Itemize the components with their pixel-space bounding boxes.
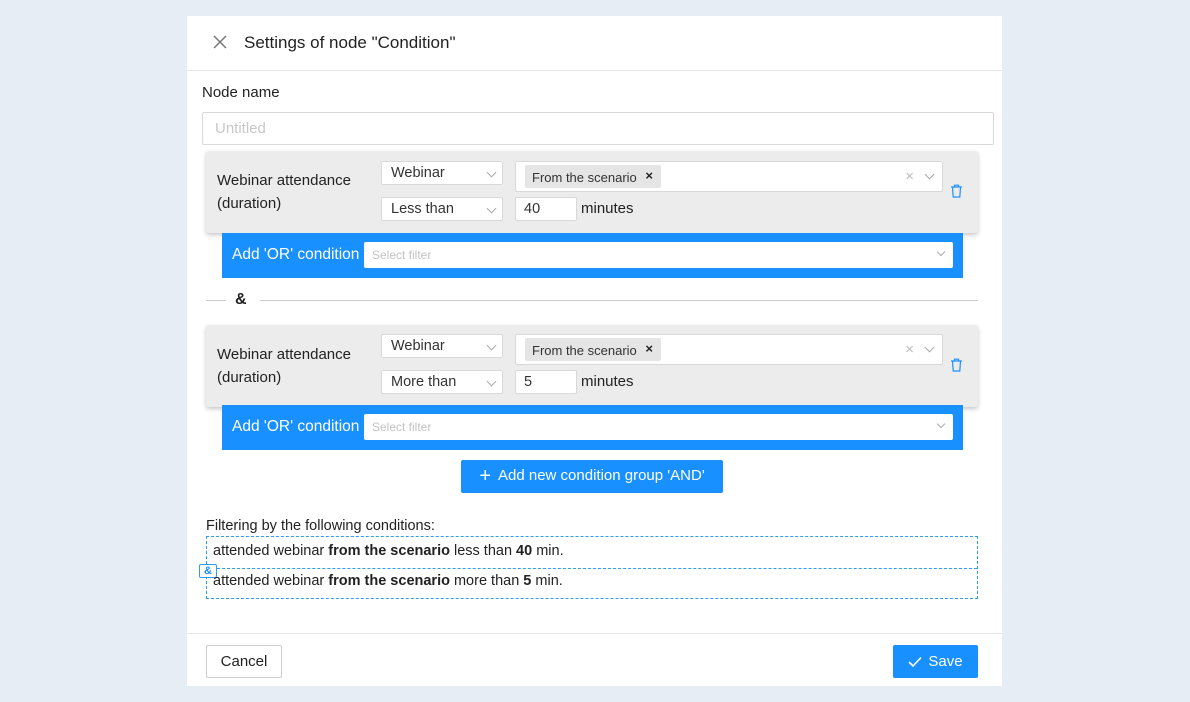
divider (207, 568, 977, 569)
chevron-down-icon (486, 167, 497, 178)
chevron-down-icon (924, 169, 935, 180)
summary-text: min. (531, 573, 563, 589)
summary-line: attended webinar from the scenario more … (213, 573, 563, 589)
add-and-group-label: Add new condition group 'AND' (498, 467, 705, 484)
type-select-value: Webinar (391, 338, 445, 354)
or-filter-select[interactable]: Select filter (364, 242, 953, 268)
check-icon (908, 656, 922, 668)
node-name-input[interactable] (202, 112, 994, 145)
summary-source: from the scenario (328, 543, 450, 559)
duration-input[interactable]: 40 (515, 197, 577, 221)
add-or-label: Add 'OR' condition (232, 418, 360, 435)
source-multiselect[interactable]: From the scenario × × (515, 334, 943, 365)
condition-card: Webinar attendance (duration) Webinar Fr… (206, 325, 978, 407)
divider (206, 300, 226, 301)
source-tag: From the scenario × (525, 338, 661, 361)
and-symbol: & (235, 291, 247, 308)
operator-select-value: More than (391, 374, 457, 390)
save-button[interactable]: Save (893, 645, 978, 678)
summary-text: attended webinar (213, 573, 329, 589)
summary-box: attended webinar from the scenario less … (199, 536, 978, 599)
summary-value: 40 (516, 543, 533, 559)
chevron-down-icon (924, 342, 935, 353)
condition-card: Webinar attendance (duration) Webinar Fr… (206, 151, 978, 233)
or-filter-select[interactable]: Select filter (364, 414, 953, 440)
dialog-title: Settings of node "Condition" (244, 33, 456, 52)
settings-dialog: Settings of node "Condition" Node name W… (187, 16, 1002, 686)
source-multiselect[interactable]: From the scenario × × (515, 161, 943, 192)
close-icon[interactable] (211, 33, 229, 51)
add-or-label: Add 'OR' condition (232, 246, 360, 263)
or-filter-placeholder: Select filter (372, 248, 432, 262)
cancel-button[interactable]: Cancel (206, 645, 282, 678)
summary-source: from the scenario (328, 573, 450, 589)
chevron-down-icon (936, 247, 946, 257)
summary-title: Filtering by the following conditions: (206, 518, 435, 534)
operator-select[interactable]: More than (381, 370, 503, 394)
or-condition-bar: Add 'OR' condition Select filter (222, 233, 963, 278)
plus-icon: + (479, 465, 491, 487)
node-name-label: Node name (202, 84, 280, 101)
chevron-down-icon (486, 340, 497, 351)
trash-icon[interactable] (950, 358, 963, 372)
chevron-down-icon (936, 419, 946, 429)
footer-divider (187, 633, 1002, 634)
source-tag: From the scenario × (525, 165, 661, 188)
condition-name: Webinar attendance (duration) (217, 346, 351, 386)
save-label: Save (928, 653, 963, 670)
type-select[interactable]: Webinar (381, 161, 503, 185)
tag-remove-icon[interactable]: × (645, 168, 653, 183)
operator-select-value: Less than (391, 201, 454, 217)
summary-line: attended webinar from the scenario less … (213, 543, 564, 559)
source-tag-label: From the scenario (532, 170, 637, 185)
chevron-down-icon (486, 203, 497, 214)
summary-text: min. (532, 543, 564, 559)
or-condition-bar: Add 'OR' condition Select filter (222, 405, 963, 450)
add-and-group-button[interactable]: + Add new condition group 'AND' (461, 460, 723, 493)
source-tag-label: From the scenario (532, 343, 637, 358)
summary-text: more than (449, 573, 524, 589)
dialog-header: Settings of node "Condition" (187, 16, 1002, 71)
tag-remove-icon[interactable]: × (645, 341, 653, 356)
chevron-down-icon (486, 376, 497, 387)
type-select-value: Webinar (391, 165, 445, 181)
divider (260, 300, 978, 301)
unit-label: minutes (581, 373, 634, 390)
and-separator: & (206, 290, 978, 312)
summary-text: less than (449, 543, 517, 559)
summary-text: attended webinar (213, 543, 329, 559)
duration-input[interactable]: 5 (515, 370, 577, 394)
clear-icon[interactable]: × (905, 168, 914, 185)
type-select[interactable]: Webinar (381, 334, 503, 358)
operator-select[interactable]: Less than (381, 197, 503, 221)
or-filter-placeholder: Select filter (372, 420, 432, 434)
condition-name: Webinar attendance (duration) (217, 172, 351, 212)
trash-icon[interactable] (950, 184, 963, 198)
unit-label: minutes (581, 200, 634, 217)
clear-icon[interactable]: × (905, 341, 914, 358)
